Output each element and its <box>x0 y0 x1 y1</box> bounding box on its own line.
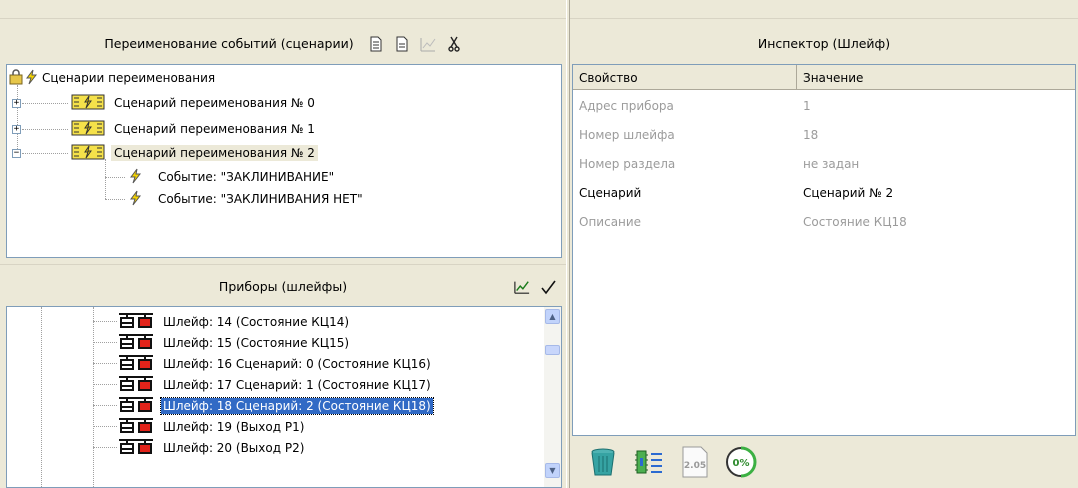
device-list-item-label: Шлейф: 19 (Выход Р1) <box>163 419 305 434</box>
property-name: Номер раздела <box>579 157 676 171</box>
device-list-item-label: Шлейф: 20 (Выход Р2) <box>163 440 305 455</box>
checkmark-icon[interactable] <box>540 279 556 295</box>
version-label: 2.05 <box>684 461 706 471</box>
property-value: 1 <box>803 99 811 113</box>
scenarios-title: Переименование событий (сценарии) <box>104 36 354 51</box>
inspector-header: Инспектор (Шлейф) <box>570 18 1078 68</box>
scenario-icon <box>71 94 105 113</box>
loop-device-icon <box>117 374 155 395</box>
chart-edit-icon[interactable] <box>514 279 530 295</box>
loop-device-icon <box>117 395 155 416</box>
device-list-item[interactable]: Шлейф: 14 (Состояние КЦ14) <box>93 311 351 332</box>
inspector-title: Инспектор (Шлейф) <box>757 36 891 51</box>
vertical-scrollbar[interactable]: ▲ ▼ <box>544 307 561 487</box>
grid-header: Свойство Значение <box>573 65 1075 90</box>
progress-label: 0% <box>733 458 750 469</box>
devices-header: Приборы (шлейфы) <box>0 264 566 308</box>
right-pane: Инспектор (Шлейф) Свойство Значение Адре… <box>570 0 1078 488</box>
property-value: Состояние КЦ18 <box>803 215 907 229</box>
scenario-icon <box>71 120 105 139</box>
loop-device-icon <box>117 353 155 374</box>
device-list-item-label: Шлейф: 17 Сценарий: 1 (Состояние КЦ17) <box>163 377 431 392</box>
inspector-grid[interactable]: Свойство Значение Адрес прибора 1 Номер шл… <box>572 64 1076 436</box>
expand-toggle[interactable]: + <box>12 124 21 134</box>
expand-toggle[interactable]: + <box>12 98 21 108</box>
device-list-item-label: Шлейф: 18 Сценарий: 2 (Состояние КЦ18) <box>160 396 434 415</box>
property-name: Сценарий <box>579 186 642 200</box>
cut-icon[interactable] <box>446 36 462 52</box>
inspector-row[interactable]: Адрес прибора 1 <box>573 91 1075 121</box>
device-list-item[interactable]: Шлейф: 20 (Выход Р2) <box>93 437 306 458</box>
tree-item-label: Событие: "ЗАКЛИНИВАНИЕ" <box>158 170 335 184</box>
device-list-item[interactable]: Шлейф: 17 Сценарий: 1 (Состояние КЦ17) <box>93 374 433 395</box>
scenarios-toolbar <box>368 36 462 52</box>
scroll-up-button[interactable]: ▲ <box>545 309 560 324</box>
tree-item-scenario-1[interactable]: + Сценарий переименования № 1 <box>12 118 318 140</box>
inspector-toolbar: 2.05 0% <box>570 436 1078 488</box>
scroll-thumb[interactable] <box>545 345 560 355</box>
lightning-icon <box>25 69 39 88</box>
lightning-icon <box>129 190 143 209</box>
tree-item-label: Событие: "ЗАКЛИНИВАНИЯ НЕТ" <box>158 192 363 206</box>
property-name: Описание <box>579 215 642 229</box>
lightning-icon <box>129 168 143 187</box>
inspector-row[interactable]: Номер шлейфа 18 <box>573 120 1075 150</box>
tree-root-label: Сценарии переименования <box>42 71 216 85</box>
column-header-property[interactable]: Свойство <box>573 65 797 90</box>
scenario-tree[interactable]: Сценарии переименования + Сценарий переи… <box>6 64 562 258</box>
devices-list[interactable]: Шлейф: 14 (Состояние КЦ14) Шлейф: 15 (Сос… <box>6 306 562 488</box>
scenarios-header: Переименование событий (сценарии) <box>0 18 566 68</box>
property-value[interactable]: Сценарий № 2 <box>797 186 893 200</box>
scroll-down-button[interactable]: ▼ <box>545 463 560 478</box>
device-list-item[interactable]: Шлейф: 15 (Состояние КЦ15) <box>93 332 351 353</box>
property-value: не задан <box>803 157 860 171</box>
tree-item-label: Сценарий переименования № 1 <box>114 122 315 136</box>
collapse-toggle[interactable]: − <box>12 148 21 158</box>
loop-device-icon <box>117 311 155 332</box>
device-list-item[interactable]: Шлейф: 16 Сценарий: 0 (Состояние КЦ16) <box>93 353 433 374</box>
document-add-icon[interactable] <box>368 36 384 52</box>
devices-title: Приборы (шлейфы) <box>218 279 348 294</box>
inspector-row[interactable]: Сценарий Сценарий № 2 <box>573 178 1075 208</box>
tree-item-label: Сценарий переименования № 2 <box>111 145 318 161</box>
chart-edit-icon <box>420 36 436 52</box>
property-name: Адрес прибора <box>579 99 674 113</box>
document-icon[interactable] <box>394 36 410 52</box>
device-list-item[interactable]: Шлейф: 19 (Выход Р1) <box>93 416 306 437</box>
loop-device-icon <box>117 332 155 353</box>
property-value: 18 <box>803 128 819 142</box>
device-list-item-label: Шлейф: 14 (Состояние КЦ14) <box>163 314 350 329</box>
property-name: Номер шлейфа <box>579 128 675 142</box>
device-list-item-label: Шлейф: 16 Сценарий: 0 (Состояние КЦ16) <box>163 356 431 371</box>
device-list-item[interactable]: Шлейф: 18 Сценарий: 2 (Состояние КЦ18) <box>93 395 434 416</box>
device-config-icon[interactable] <box>632 445 666 479</box>
tree-root[interactable]: Сценарии переименования <box>9 67 218 89</box>
tree-item-event[interactable]: Событие: "ЗАКЛИНИВАНИЕ" <box>129 166 337 188</box>
loop-device-icon <box>117 437 155 458</box>
devices-toolbar <box>514 279 556 295</box>
version-icon[interactable]: 2.05 <box>678 445 712 479</box>
tree-item-scenario-2[interactable]: − Сценарий переименования № 2 <box>12 142 318 164</box>
inspector-row[interactable]: Номер раздела не задан <box>573 149 1075 179</box>
column-header-value[interactable]: Значение <box>797 65 1075 90</box>
inspector-row[interactable]: Описание Состояние КЦ18 <box>573 207 1075 237</box>
tree-item-label: Сценарий переименования № 0 <box>114 96 315 110</box>
tree-item-scenario-0[interactable]: + Сценарий переименования № 0 <box>12 92 318 114</box>
tree-item-event[interactable]: Событие: "ЗАКЛИНИВАНИЯ НЕТ" <box>129 188 366 210</box>
scenario-icon <box>71 144 105 163</box>
loop-device-icon <box>117 416 155 437</box>
left-pane: Переименование событий (сценарии) Сценар… <box>0 0 566 488</box>
recycle-bin-icon[interactable] <box>586 445 620 479</box>
progress-icon[interactable]: 0% <box>724 445 758 479</box>
device-list-item-label: Шлейф: 15 (Состояние КЦ15) <box>163 335 350 350</box>
